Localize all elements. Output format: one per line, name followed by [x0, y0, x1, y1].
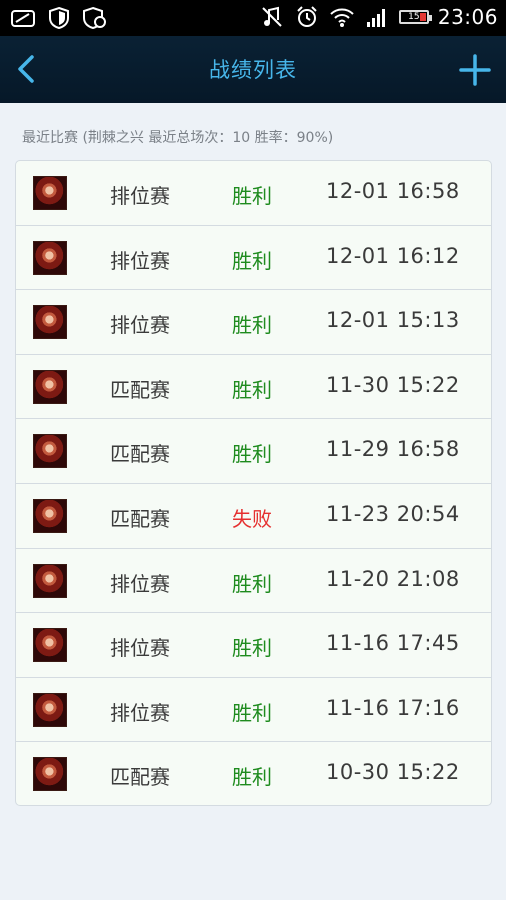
match-list: 排位赛 胜利 12-01 16:58 排位赛 胜利 12-01 16:12 排位赛 胜利 12-… [15, 160, 492, 806]
match-mode: 匹配赛 [110, 442, 170, 467]
match-row[interactable]: 排位赛 胜利 12-01 16:58 [16, 161, 491, 226]
champion-avatar [33, 369, 67, 404]
match-mode: 排位赛 [110, 184, 170, 208]
signal-icon [364, 5, 390, 29]
match-result: 胜利 [232, 700, 272, 725]
match-row[interactable]: 匹配赛 胜利 11-30 15:22 [16, 355, 491, 420]
match-result: 胜利 [232, 184, 272, 208]
match-row[interactable]: 匹配赛 胜利 11-29 16:58 [16, 419, 491, 484]
match-mode: 匹配赛 [110, 377, 170, 402]
match-result: 胜利 [232, 765, 272, 790]
match-result: 胜利 [232, 571, 272, 596]
match-time: 12-01 15:13 [326, 308, 460, 333]
status-time: 23:06 [437, 5, 498, 29]
match-mode: 排位赛 [110, 636, 170, 661]
page-title: 战绩列表 [209, 58, 297, 82]
match-mode: 排位赛 [110, 700, 170, 725]
champion-avatar [33, 563, 67, 598]
status-bar: 15 23:06 [0, 0, 506, 36]
match-mode: 排位赛 [110, 571, 170, 596]
match-time: 11-20 21:08 [326, 566, 460, 591]
match-time: 11-16 17:16 [326, 695, 460, 720]
security-sync-icon [82, 6, 108, 30]
match-result: 失败 [232, 506, 272, 531]
recent-matches-summary: 最近比赛 (荆棘之兴 最近总场次：10 胜率：90%) [22, 130, 334, 146]
champion-avatar [33, 176, 67, 210]
match-result: 胜利 [232, 636, 272, 661]
champion-avatar [33, 692, 67, 727]
champion-avatar [33, 305, 67, 340]
match-time: 11-29 16:58 [326, 437, 460, 462]
match-row[interactable]: 匹配赛 胜利 10-30 15:22 [16, 742, 491, 805]
plus-icon [459, 54, 491, 86]
champion-avatar [33, 434, 67, 469]
match-row[interactable]: 排位赛 胜利 11-16 17:45 [16, 613, 491, 678]
match-result: 胜利 [232, 442, 272, 467]
match-time: 12-01 16:58 [326, 179, 460, 203]
match-mode: 排位赛 [110, 248, 170, 273]
battery-level: 15 [408, 12, 420, 22]
match-row[interactable]: 排位赛 胜利 12-01 15:13 [16, 290, 491, 355]
match-row[interactable]: 排位赛 胜利 12-01 16:12 [16, 226, 491, 291]
match-result: 胜利 [232, 313, 272, 338]
match-time: 12-01 16:12 [326, 243, 460, 268]
match-mode: 匹配赛 [110, 765, 170, 790]
music-mute-icon [259, 5, 285, 29]
match-time: 11-23 20:54 [326, 501, 460, 526]
match-time: 11-16 17:45 [326, 631, 460, 656]
champion-avatar [33, 240, 67, 275]
match-mode: 排位赛 [110, 313, 170, 338]
match-row[interactable]: 匹配赛 失败 11-23 20:54 [16, 484, 491, 549]
wifi-icon [329, 5, 355, 29]
alarm-icon [294, 5, 320, 29]
champion-avatar [33, 498, 67, 533]
champion-avatar [33, 628, 67, 663]
match-row[interactable]: 排位赛 胜利 11-20 21:08 [16, 549, 491, 614]
match-time: 10-30 15:22 [326, 760, 460, 785]
champion-avatar [33, 757, 67, 792]
navigation-bar: 战绩列表 [0, 36, 506, 103]
match-row[interactable]: 排位赛 胜利 11-16 17:16 [16, 678, 491, 743]
match-result: 胜利 [232, 377, 272, 402]
match-mode: 匹配赛 [110, 506, 170, 531]
match-time: 11-30 15:22 [326, 372, 460, 397]
add-button[interactable] [458, 53, 492, 87]
shield-icon [46, 6, 72, 30]
battery-indicator: 15 [398, 10, 432, 24]
messages-icon [10, 6, 36, 30]
match-result: 胜利 [232, 248, 272, 273]
